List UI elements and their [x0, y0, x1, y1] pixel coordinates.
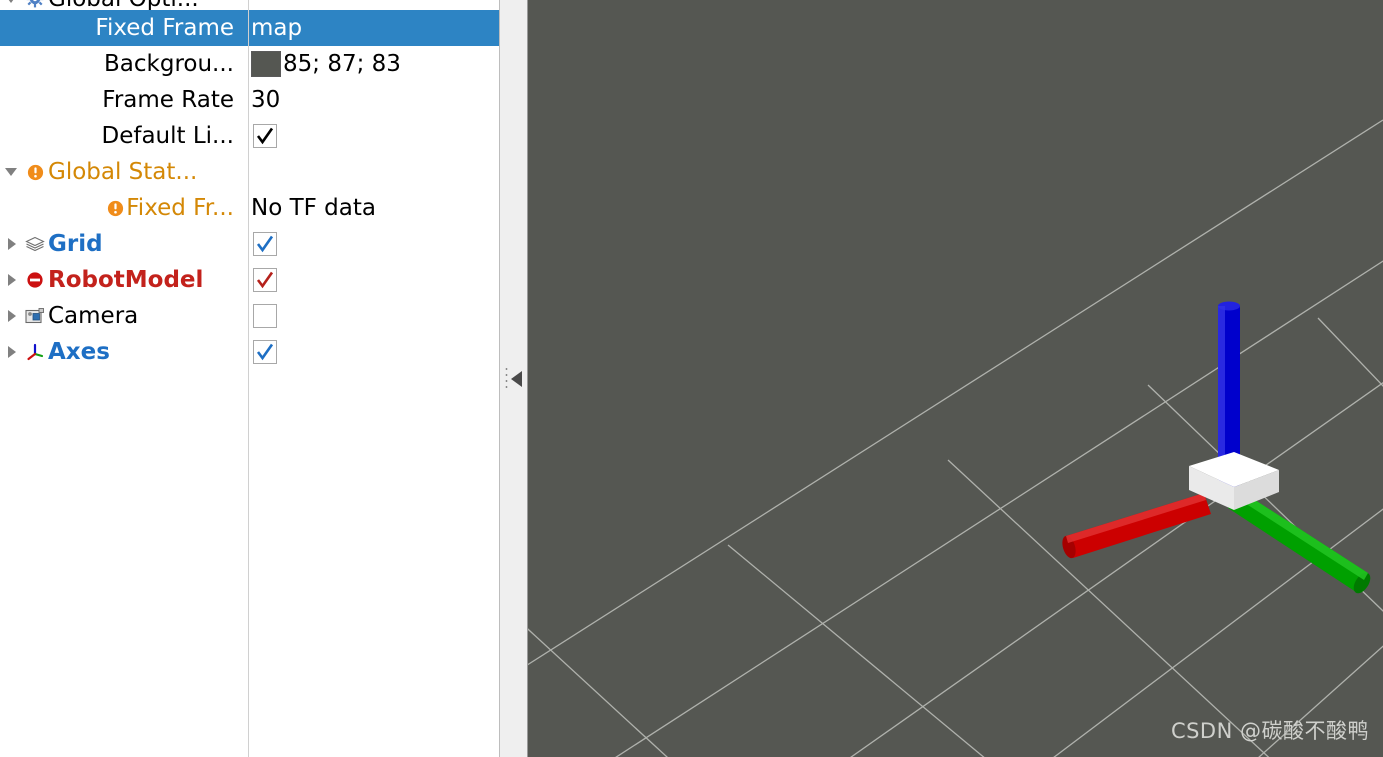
property-row-global-options[interactable]: Global Opti... — [0, 0, 499, 12]
camera-checkbox[interactable] — [253, 304, 277, 328]
watermark-text: CSDN @碳酸不酸鸭 — [1170, 719, 1369, 743]
axes-checkbox[interactable] — [253, 340, 277, 364]
fixed-frame-value: map — [251, 15, 303, 41]
property-value-robotmodel[interactable] — [248, 262, 499, 298]
property-value-grid[interactable] — [248, 226, 499, 262]
property-value-background-color[interactable]: 85; 87; 83 — [248, 46, 499, 82]
expander-camera[interactable] — [0, 298, 22, 334]
expander-axes[interactable] — [0, 334, 22, 370]
camera-icon — [22, 298, 48, 334]
column-divider — [248, 0, 249, 757]
property-value-frame-rate[interactable]: 30 — [248, 82, 499, 118]
property-row-global-status[interactable]: Global Stat... — [0, 154, 499, 190]
frame-rate-value: 30 — [251, 87, 281, 113]
property-value-fixed-frame-status: No TF data — [248, 190, 499, 226]
error-icon — [22, 262, 48, 298]
property-label-grid: Grid — [48, 231, 103, 257]
property-label-fixed-frame-status: Fixed Fr... — [126, 195, 234, 221]
property-label-robotmodel: RobotModel — [48, 267, 204, 293]
scene-svg — [528, 0, 1383, 757]
viewport-background — [528, 0, 1383, 757]
displays-property-panel: Global Opti... Fixed Frame map Backgrou.… — [0, 0, 500, 757]
property-row-axes[interactable]: Axes — [0, 334, 499, 370]
expander-grid[interactable] — [0, 226, 22, 262]
expander-global-status[interactable] — [0, 154, 22, 190]
warning-icon — [22, 154, 48, 190]
property-value-camera[interactable] — [248, 298, 499, 334]
property-row-robotmodel[interactable]: RobotModel — [0, 262, 499, 298]
axes-icon — [22, 334, 48, 370]
splitter-grip[interactable] — [505, 365, 508, 392]
property-row-default-light[interactable]: Default Li... — [0, 118, 499, 154]
fixed-frame-status-value: No TF data — [251, 195, 376, 221]
expander-robotmodel[interactable] — [0, 262, 22, 298]
property-row-background-color[interactable]: Backgrou... 85; 87; 83 — [0, 46, 499, 82]
rviz-window: Global Opti... Fixed Frame map Backgrou.… — [0, 0, 1383, 757]
property-row-fixed-frame-status[interactable]: Fixed Fr... No TF data — [0, 190, 499, 226]
property-row-grid[interactable]: Grid — [0, 226, 499, 262]
property-label-default-light: Default Li... — [101, 123, 235, 149]
color-swatch[interactable] — [251, 51, 281, 77]
grid-checkbox[interactable] — [253, 232, 277, 256]
grid-icon — [22, 226, 48, 262]
robotmodel-checkbox[interactable] — [253, 268, 277, 292]
property-label-fixed-frame: Fixed Frame — [95, 15, 234, 41]
warning-icon — [104, 190, 126, 226]
property-value-global-status — [248, 154, 499, 190]
property-label-frame-rate: Frame Rate — [102, 87, 234, 113]
property-value-fixed-frame[interactable]: map — [248, 10, 499, 46]
property-row-fixed-frame[interactable]: Fixed Frame map — [0, 10, 499, 46]
background-color-value: 85; 87; 83 — [283, 51, 401, 77]
property-row-frame-rate[interactable]: Frame Rate 30 — [0, 82, 499, 118]
property-label-global-status: Global Stat... — [48, 159, 198, 185]
panel-collapse-splitter[interactable] — [500, 0, 528, 757]
property-label-background-color: Backgrou... — [104, 51, 234, 77]
property-value-default-light[interactable] — [248, 118, 499, 154]
chevron-left-icon[interactable] — [511, 370, 522, 387]
default-light-checkbox[interactable] — [253, 124, 277, 148]
property-value-axes[interactable] — [248, 334, 499, 370]
property-row-camera[interactable]: Camera — [0, 298, 499, 334]
render-view-3d[interactable]: CSDN @碳酸不酸鸭 — [528, 0, 1383, 757]
property-label-axes: Axes — [48, 339, 110, 365]
property-label-camera: Camera — [48, 303, 139, 329]
